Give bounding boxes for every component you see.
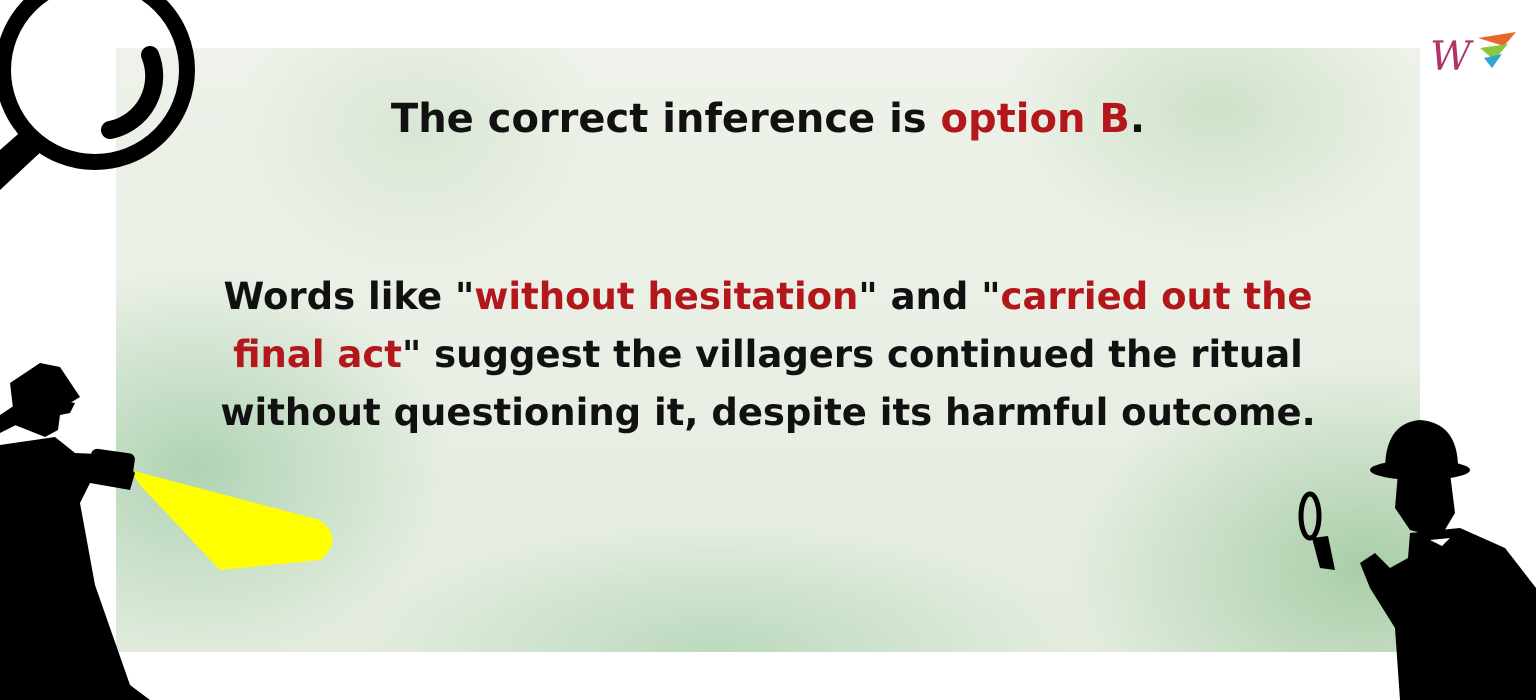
quote-highlight-1: without hesitation bbox=[474, 275, 859, 318]
answer-headline: The correct inference is option B. bbox=[116, 93, 1420, 145]
explanation-paragraph: Words like "without hesitation" and "car… bbox=[180, 268, 1356, 442]
answer-highlight: option B bbox=[940, 96, 1130, 142]
explanation-part-1: Words like " bbox=[223, 275, 475, 318]
headline-suffix: . bbox=[1129, 96, 1146, 142]
explanation-part-2: " and " bbox=[858, 275, 1001, 318]
brand-logo-icon: W bbox=[1430, 32, 1516, 78]
headline-prefix: The correct inference is bbox=[390, 96, 941, 142]
detective-magnifier-icon bbox=[1298, 420, 1536, 700]
svg-text:W: W bbox=[1430, 34, 1474, 78]
